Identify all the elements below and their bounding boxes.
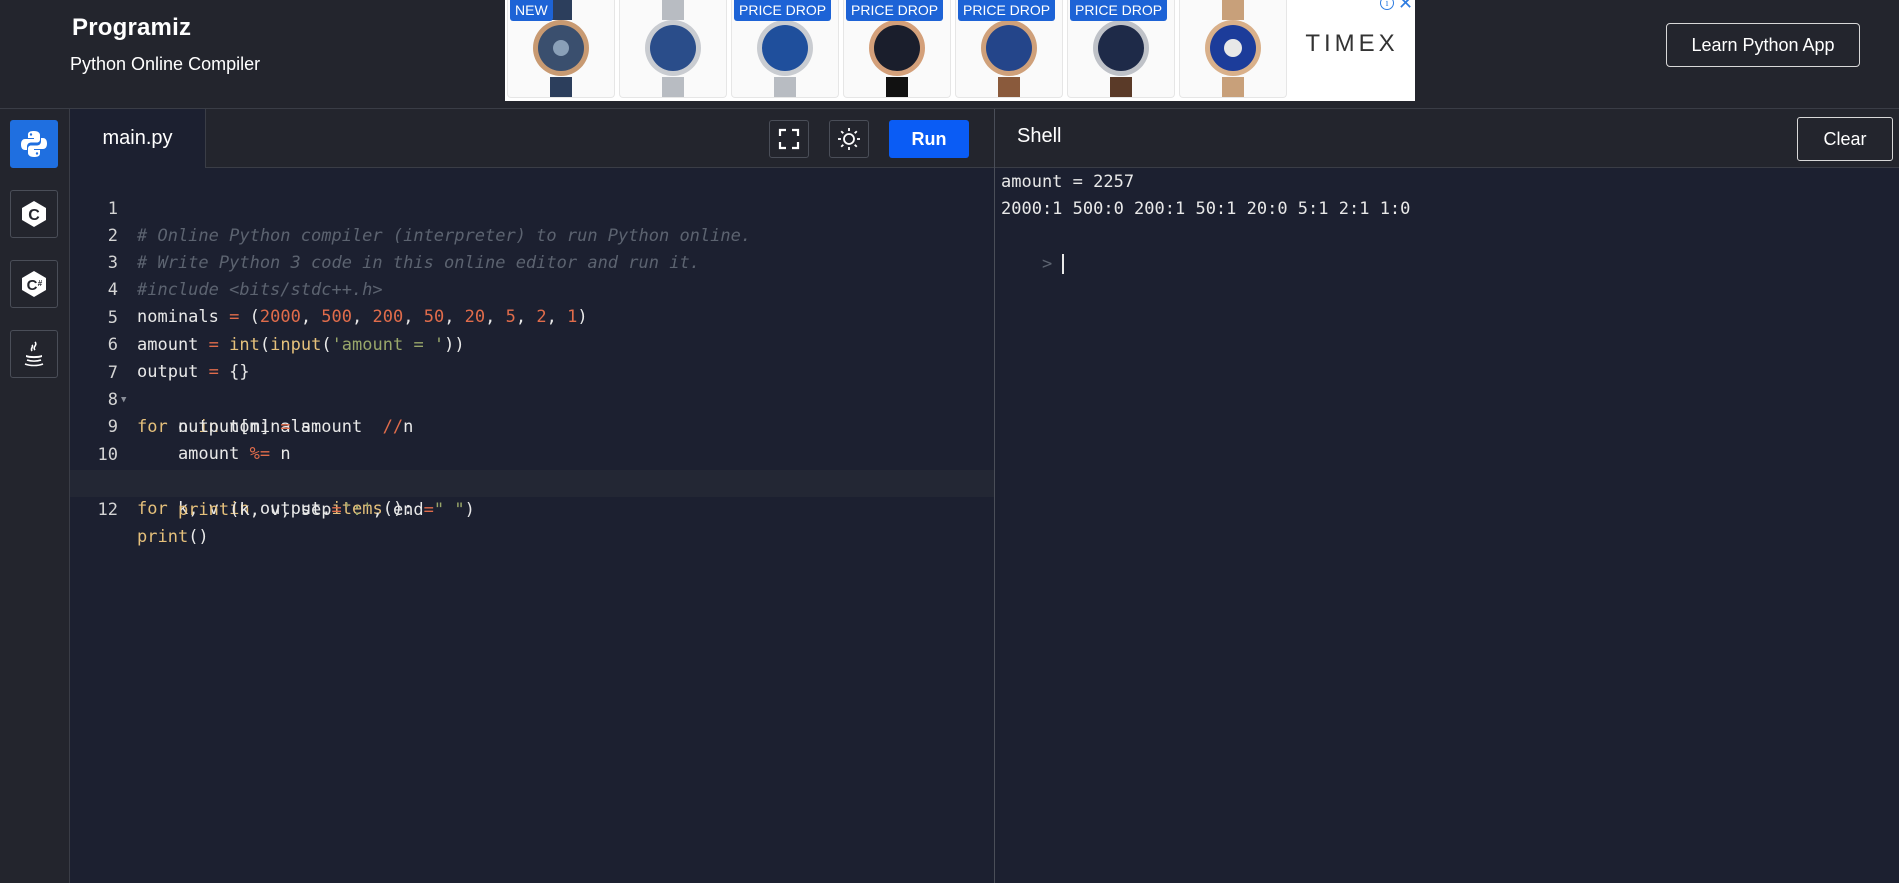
shell-output[interactable]: amount = 2257 2000:1 500:0 200:1 50:1 20… <box>995 168 1899 883</box>
code-line[interactable]: 3 #include <bits/stdc++.h> <box>70 223 994 300</box>
sidebar-item-python[interactable] <box>10 120 58 168</box>
line-number: 12 <box>97 500 118 520</box>
ad-watch-6[interactable]: PRICE DROP <box>1067 0 1175 98</box>
info-icon[interactable]: i <box>1380 0 1394 10</box>
ad-watch-7[interactable] <box>1179 0 1287 98</box>
ad-watch-2[interactable] <box>619 0 727 98</box>
sidebar-item-java[interactable] <box>10 330 58 378</box>
svg-text:C: C <box>28 207 40 224</box>
code-line[interactable]: 6 output = {} <box>70 305 994 382</box>
clear-button[interactable]: Clear <box>1797 117 1893 161</box>
run-button[interactable]: Run <box>889 120 969 158</box>
ad-watch-1[interactable]: NEW <box>507 0 615 98</box>
code-text: print() <box>137 527 209 547</box>
text-cursor <box>1062 254 1065 274</box>
code-line[interactable]: 7 ▼ for n in nominals: <box>70 333 994 437</box>
svg-text:C: C <box>27 277 38 294</box>
ad-badge: NEW <box>510 0 553 21</box>
fullscreen-button[interactable] <box>769 120 809 158</box>
code-line[interactable]: 11 print(k, v, sep=':', end=" ") <box>70 443 994 520</box>
shell-input-line[interactable]: > <box>1001 224 1065 305</box>
watch-image <box>645 0 701 97</box>
learn-python-app-button[interactable]: Learn Python App <box>1666 23 1860 67</box>
c-icon: C <box>22 201 46 227</box>
ad-watch-5[interactable]: PRICE DROP <box>955 0 1063 98</box>
code-line[interactable]: 4 nominals = (2000, 500, 200, 50, 20, 5,… <box>70 250 994 327</box>
code-line[interactable]: 1 # Online Python compiler (interpreter)… <box>70 169 994 246</box>
ad-badge: PRICE DROP <box>846 0 944 21</box>
svg-text:#: # <box>38 279 43 288</box>
code-line[interactable]: 10 ▼ for k, v in output.items(): <box>70 415 994 519</box>
tab-main-py[interactable]: main.py <box>70 109 206 168</box>
java-icon <box>24 341 44 367</box>
fullscreen-icon <box>778 128 800 150</box>
shell-output-line: amount = 2257 <box>1001 172 1135 192</box>
watch-image <box>1205 0 1261 97</box>
programiz-logo[interactable]: Programiz <box>72 14 191 42</box>
shell-toolbar: Shell Clear <box>995 109 1899 168</box>
code-line[interactable]: 5 amount = int(input('amount = ')) <box>70 278 994 355</box>
language-sidebar: C C # <box>0 109 70 883</box>
shell-title: Shell <box>1017 125 1062 147</box>
ad-badge: PRICE DROP <box>958 0 1056 21</box>
sun-icon <box>838 128 860 150</box>
code-text: print(k, v, sep=':', end=" ") <box>177 500 475 520</box>
code-line[interactable]: 8 output[n] = amount //n <box>70 360 994 437</box>
ad-badge: PRICE DROP <box>734 0 832 21</box>
theme-toggle-button[interactable] <box>829 120 869 158</box>
shell-prompt: > <box>1041 254 1053 274</box>
advertisement-banner[interactable]: NEW PRICE DROP PRICE DROP PRICE DROP PRI… <box>505 0 1415 101</box>
sidebar-item-csharp[interactable]: C # <box>10 260 58 308</box>
ad-watch-4[interactable]: PRICE DROP <box>843 0 951 98</box>
ad-brand-logo[interactable]: TIMEX <box>1297 30 1407 58</box>
code-line-current[interactable]: 12 print() <box>70 470 994 547</box>
page-subtitle: Python Online Compiler <box>70 54 261 74</box>
code-editor[interactable]: 1 # Online Python compiler (interpreter)… <box>70 168 994 883</box>
csharp-icon: C # <box>22 271 46 297</box>
code-line[interactable]: 9 amount %= n <box>70 387 994 464</box>
ad-watch-3[interactable]: PRICE DROP <box>731 0 839 98</box>
code-line[interactable]: 2 # Write Python 3 code in this online e… <box>70 196 994 273</box>
shell-output-line: 2000:1 500:0 200:1 50:1 20:0 5:1 2:1 1:0 <box>1001 199 1411 219</box>
close-icon[interactable]: ✕ <box>1398 0 1413 14</box>
python-icon <box>21 131 47 157</box>
editor-toolbar: main.py Run <box>70 109 994 168</box>
ad-badge: PRICE DROP <box>1070 0 1168 21</box>
sidebar-item-c[interactable]: C <box>10 190 58 238</box>
